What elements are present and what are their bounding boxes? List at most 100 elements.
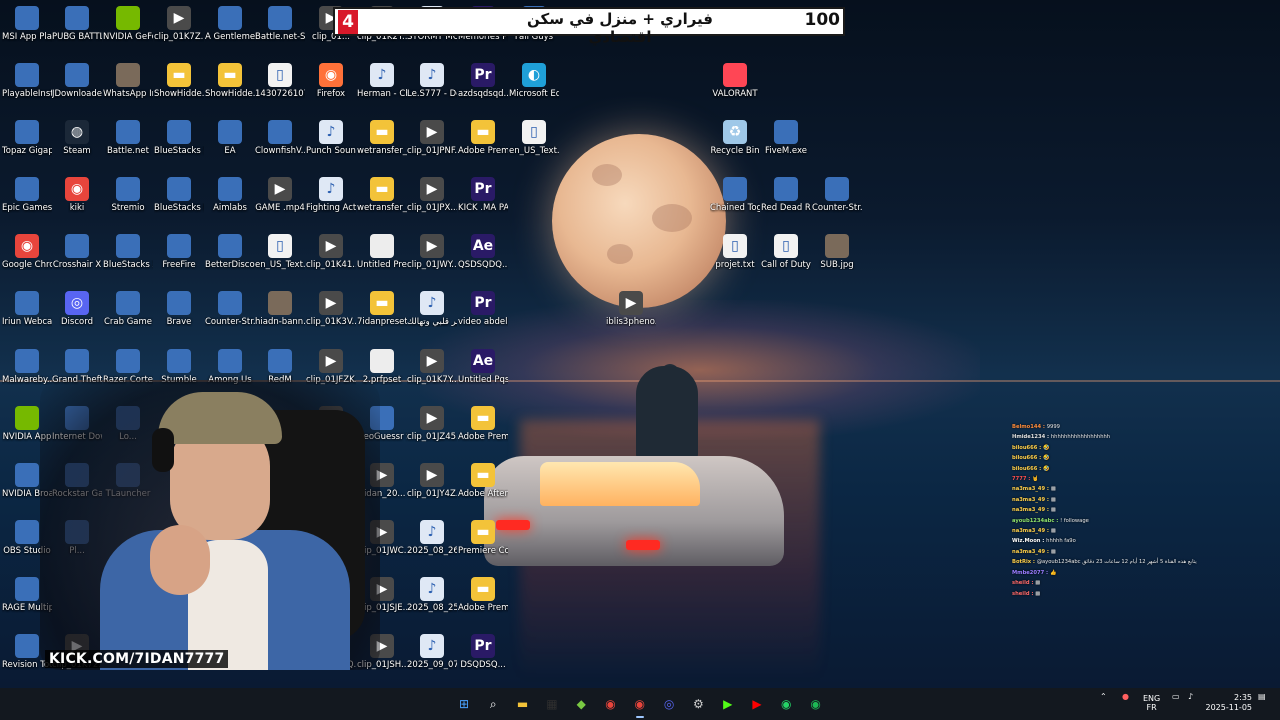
- desktop-icon[interactable]: ▶ clip_01JPX...: [407, 177, 457, 213]
- desktop-icon[interactable]: ▶ clip_01JWY...: [407, 234, 457, 270]
- language-indicator[interactable]: ENG FR: [1143, 694, 1160, 712]
- desktop-icon[interactable]: ▬ wetransfer_...: [357, 177, 407, 213]
- desktop-icon[interactable]: ♪ Le.S777 - Déprimé T...: [407, 63, 457, 99]
- desktop-icon[interactable]: BetterDisco...: [205, 234, 255, 270]
- clock[interactable]: 2:35 2025-11-05: [1200, 693, 1253, 713]
- desktop-icon[interactable]: Aimlabs: [205, 177, 255, 213]
- desktop-icon[interactable]: SUB.jpg: [812, 234, 862, 270]
- windows-start-icon[interactable]: ⊞: [454, 694, 474, 714]
- desktop-icon[interactable]: Battle.net-S...: [255, 6, 305, 42]
- desktop-icon[interactable]: ▶ clip_01K3V...: [306, 291, 356, 327]
- chrome-icon[interactable]: ◉: [601, 694, 621, 714]
- desktop-icon[interactable]: Topaz Gigapixel AI: [2, 120, 52, 156]
- desktop-icon[interactable]: ▶ clip_01JY4Z...: [407, 463, 457, 499]
- settings-icon[interactable]: ⚙: [688, 694, 708, 714]
- desktop-icon[interactable]: Ae Untitled Pqsdproject...: [458, 349, 508, 385]
- desktop-icon[interactable]: BlueStacks X: [103, 234, 153, 270]
- desktop-icon[interactable]: VALORANT: [710, 63, 760, 99]
- desktop-icon[interactable]: ▯ Call of Duty: [761, 234, 811, 270]
- notification-icon[interactable]: ▤: [1258, 692, 1266, 701]
- desktop-icon[interactable]: ▬ Premiere Compos...: [458, 520, 508, 556]
- bluestacks-icon[interactable]: ◆: [571, 694, 591, 714]
- desktop-icon[interactable]: Ae QSDSQDQ...: [458, 234, 508, 270]
- desktop-icon[interactable]: ▬ wetransfer_...: [357, 120, 407, 156]
- desktop-icon[interactable]: Counter-Str...: [205, 291, 255, 327]
- kick-icon[interactable]: ▶: [718, 694, 738, 714]
- desktop-icon[interactable]: Untitled Preset.prfpset: [357, 234, 407, 270]
- desktop-icon[interactable]: Pr KICK .MA PART 2.prproj: [458, 177, 508, 213]
- desktop-icon[interactable]: ◍ Steam: [52, 120, 102, 156]
- desktop-icon[interactable]: Pr video abdelha...: [458, 291, 508, 327]
- desktop-icon[interactable]: Stremio: [103, 177, 153, 213]
- desktop-icon[interactable]: BlueStacks Multi-Insta...: [154, 177, 204, 213]
- desktop-icon[interactable]: PUBG BATTLEGR...: [52, 6, 102, 42]
- desktop-icon[interactable]: Counter-Str... 2: [812, 177, 862, 213]
- desktop-icon[interactable]: ♪ Herman - Changes ...: [357, 63, 407, 99]
- desktop-icon[interactable]: ▬ Adobe Premiere P...: [458, 406, 508, 442]
- desktop-icon[interactable]: EA: [205, 120, 255, 156]
- desktop-icon[interactable]: Pr azdsqdsqd...: [458, 63, 508, 99]
- desktop-icon[interactable]: ▯ 1430726107...: [255, 63, 305, 99]
- discord-icon[interactable]: ◎: [659, 694, 679, 714]
- desktop-icon[interactable]: ♻ Recycle Bin: [710, 120, 760, 156]
- desktop-icon[interactable]: ▶ GAME .mp4: [255, 177, 305, 213]
- file-explorer-icon[interactable]: ▬: [513, 694, 533, 714]
- desktop-icon[interactable]: Epic Games Launcher: [2, 177, 52, 213]
- desktop-icon[interactable]: PlayableInst...: [2, 63, 52, 99]
- chrome-profile-icon[interactable]: ◉: [630, 694, 650, 714]
- microphone-icon[interactable]: ●: [1122, 692, 1129, 701]
- desktop-icon[interactable]: Iriun Webcam: [2, 291, 52, 327]
- desktop-icon[interactable]: ▯ projet.txt: [710, 234, 760, 270]
- desktop-icon[interactable]: ♪ Punch Sound Effect..mp3: [306, 120, 356, 156]
- tray-overflow-icon[interactable]: ⌃: [1100, 692, 1107, 701]
- desktop-icon[interactable]: Crosshair X: [52, 234, 102, 270]
- network-icon[interactable]: ▭: [1172, 692, 1180, 701]
- desktop-icon[interactable]: ♪ 2025_08_26...: [407, 520, 457, 556]
- desktop-icon[interactable]: ◉ Google Chrome: [2, 234, 52, 270]
- whatsapp-icon[interactable]: ◉: [776, 694, 796, 714]
- store-icon[interactable]: ▦: [542, 694, 562, 714]
- desktop-icon[interactable]: Brave: [154, 291, 204, 327]
- search-icon[interactable]: ⌕: [483, 694, 503, 714]
- desktop-icon[interactable]: WhatsApp Image 2025...: [103, 63, 153, 99]
- desktop-icon[interactable]: ▯ en_US_Text...: [509, 120, 559, 156]
- desktop-icon[interactable]: BlueStacks 5: [154, 120, 204, 156]
- desktop-icon[interactable]: ▬ Adobe Premiere P...: [458, 120, 508, 156]
- desktop-icon[interactable]: ♪ تصبر قلبي وتهالك.mp3: [407, 291, 457, 327]
- desktop-icon[interactable]: ▯ en_US_Text...: [255, 234, 305, 270]
- desktop-icon[interactable]: Crab Game: [103, 291, 153, 327]
- desktop-icon[interactable]: Chained Together: [710, 177, 760, 213]
- desktop-icon[interactable]: ◉ kiki: [52, 177, 102, 213]
- desktop-icon[interactable]: hiadn-bann...: [255, 291, 305, 327]
- desktop-icon[interactable]: ▬ Adobe After Effects Au...: [458, 463, 508, 499]
- desktop-icon[interactable]: ▶ clip_01JPNF...: [407, 120, 457, 156]
- desktop-icon[interactable]: Pr DSQDSQ...: [458, 634, 508, 670]
- desktop-icon[interactable]: ▬ ShowHidde...: [154, 63, 204, 99]
- desktop-icon[interactable]: A Gentleme...: [205, 6, 255, 42]
- volume-icon[interactable]: ♪: [1188, 692, 1193, 701]
- desktop-icon[interactable]: ▬ ShowHidde...: [205, 63, 255, 99]
- desktop-icon[interactable]: ◎ Discord: [52, 291, 102, 327]
- desktop-icon[interactable]: JDownloader 2: [52, 63, 102, 99]
- desktop-icon[interactable]: ♪ 2025_09_07...: [407, 634, 457, 670]
- spotify-icon[interactable]: ◉: [806, 694, 826, 714]
- desktop-icon[interactable]: ▬ 7idanpresets: [357, 291, 407, 327]
- desktop-icon[interactable]: MSI App Player: [2, 6, 52, 42]
- desktop-icon[interactable]: Battle.net: [103, 120, 153, 156]
- desktop-icon[interactable]: ♪ 2025_08_25...: [407, 577, 457, 613]
- desktop-icon[interactable]: NVIDIA GeFor...: [103, 6, 153, 42]
- desktop-icon[interactable]: ▶ clip_01JZ45...: [407, 406, 457, 442]
- desktop-icon[interactable]: ♪ Fighting Action No ...: [306, 177, 356, 213]
- desktop-icon[interactable]: ▬ Adobe Premiere P...: [458, 577, 508, 613]
- desktop-icon[interactable]: ▶ clip_01K41...: [306, 234, 356, 270]
- desktop-icon[interactable]: Red Dead Redempti...: [761, 177, 811, 213]
- desktop-icon[interactable]: ClownfishV...: [255, 120, 305, 156]
- youtube-icon[interactable]: ▶: [747, 694, 767, 714]
- desktop-icon[interactable]: ▶ clip_01K7Y...: [407, 349, 457, 385]
- desktop-icon[interactable]: ▶ iblis3pheno...: [606, 291, 656, 327]
- desktop-icon[interactable]: FiveM.exe: [761, 120, 811, 156]
- desktop-icon[interactable]: FreeFire: [154, 234, 204, 270]
- desktop-icon[interactable]: ◐ Microsoft Edge: [509, 63, 559, 99]
- desktop-icon[interactable]: ▶ clip_01K7Z... (1).mp4: [154, 6, 204, 42]
- desktop-icon[interactable]: ◉ Firefox: [306, 63, 356, 99]
